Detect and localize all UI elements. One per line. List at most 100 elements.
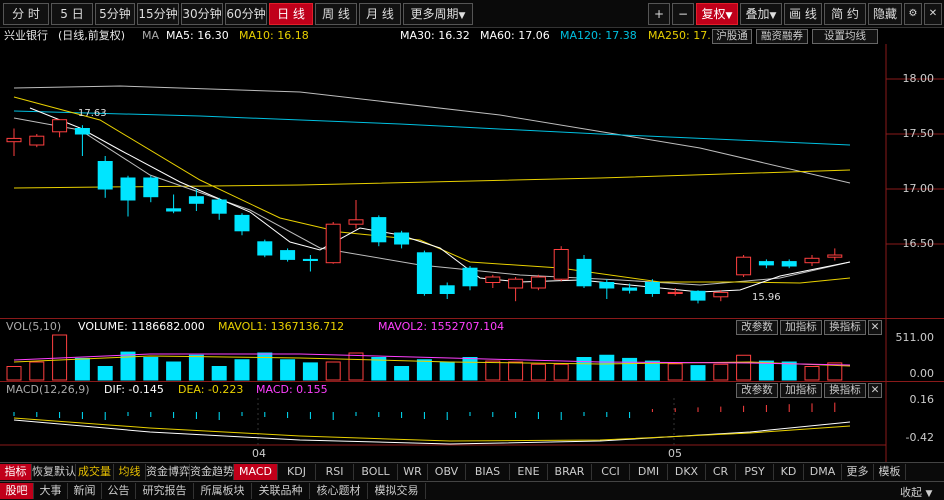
candle-body: [6, 137, 22, 143]
mavol2-line: [13, 353, 851, 366]
vol-switch-indicator-button[interactable]: 换指标: [824, 320, 866, 335]
fuquan-button[interactable]: 复权▼: [696, 3, 738, 25]
candle-body: [781, 261, 797, 267]
candle-body: [120, 177, 136, 201]
period-fenshi[interactable]: 分 时: [3, 3, 49, 25]
indicator-tab-资金博弈[interactable]: 资金博弈: [146, 464, 190, 480]
indicator-tab-DKX[interactable]: DKX: [668, 464, 706, 480]
bottom-tab-核心题材[interactable]: 核心题材: [310, 483, 368, 499]
bottom-tab-关联品种[interactable]: 关联品种: [252, 483, 310, 499]
bottom-tab-研究报告[interactable]: 研究报告: [136, 483, 194, 499]
candle-body: [166, 208, 182, 212]
indicator-tab-OBV[interactable]: OBV: [428, 464, 466, 480]
bottom-tab-公告[interactable]: 公告: [102, 483, 136, 499]
vol-edit-params-button[interactable]: 改参数: [736, 320, 778, 335]
bottom-tab-股吧[interactable]: 股吧: [0, 483, 34, 499]
period-daily[interactable]: 日 线: [269, 3, 313, 25]
candle-body: [690, 290, 706, 301]
macd-edit-params-button[interactable]: 改参数: [736, 383, 778, 398]
candle-body: [348, 219, 364, 225]
period-more[interactable]: 更多周期▼: [403, 3, 473, 25]
vol-value: VOLUME: 1186682.000: [78, 320, 205, 333]
simple-button[interactable]: 简 约: [824, 3, 866, 25]
bottom-tab-模拟交易[interactable]: 模拟交易: [368, 483, 426, 499]
volume-bar: [394, 366, 410, 381]
candle-body: [576, 258, 592, 287]
margin-button[interactable]: 融资融券: [756, 29, 808, 44]
candle-body: [622, 287, 638, 291]
high-annotation: 17.63: [78, 108, 107, 119]
candle-body: [257, 241, 273, 256]
ma-label: MA: [142, 29, 160, 42]
volume-bar: [188, 354, 204, 381]
ma30-value: MA30: 16.32: [400, 29, 470, 42]
vol-add-indicator-button[interactable]: 加指标: [780, 320, 822, 335]
zoom-out-button[interactable]: −: [672, 3, 694, 25]
indicator-tabs: 指标 恢复默认 成交量 均线 资金博弈 资金趋势 MACD KDJ RSI BOLL WR OBV BI…: [0, 462, 944, 481]
indicator-tab-MACD[interactable]: MACD: [234, 464, 278, 480]
indicator-tab-KD[interactable]: KD: [774, 464, 804, 480]
volume-bar: [736, 354, 752, 381]
indicator-tab-WR[interactable]: WR: [398, 464, 428, 480]
hide-button[interactable]: 隐藏: [868, 3, 902, 25]
volume-bar: [211, 366, 227, 381]
indicator-tab-PSY[interactable]: PSY: [736, 464, 774, 480]
volume-bar: [485, 360, 501, 381]
volume-bar: [599, 354, 615, 381]
overlay-label: 叠加: [745, 7, 770, 21]
collapse-button[interactable]: 收起 ▼: [900, 484, 932, 500]
indicator-tab-BRAR[interactable]: BRAR: [548, 464, 592, 480]
indicator-tab-成交量[interactable]: 成交量: [76, 464, 114, 480]
close-icon[interactable]: ✕: [868, 383, 882, 398]
indicator-tab-ENE[interactable]: ENE: [510, 464, 548, 480]
settings-icon[interactable]: ⚙: [904, 3, 922, 25]
period-monthly[interactable]: 月 线: [359, 3, 401, 25]
close-icon[interactable]: ✕: [868, 320, 882, 335]
indicator-tab-KDJ[interactable]: KDJ: [278, 464, 316, 480]
chevron-down-icon: ▼: [458, 11, 466, 21]
collapse-label: 收起: [900, 486, 922, 499]
indicator-tab-DMI[interactable]: DMI: [630, 464, 668, 480]
overlay-button[interactable]: 叠加▼: [740, 3, 782, 25]
volume-bar: [553, 363, 569, 381]
indicator-tab-BIAS[interactable]: BIAS: [466, 464, 510, 480]
dea-value: DEA: -0.223: [178, 383, 244, 396]
indicator-tab-资金趋势[interactable]: 资金趋势: [190, 464, 234, 480]
zoom-in-button[interactable]: +: [648, 3, 670, 25]
candle-body: [485, 276, 501, 283]
volume-bars: [6, 334, 851, 381]
bottom-tab-所属板块[interactable]: 所属板块: [194, 483, 252, 499]
indicator-tab-RSI[interactable]: RSI: [316, 464, 354, 480]
hugutong-button[interactable]: 沪股通: [712, 29, 752, 44]
mavol1-value: MAVOL1: 1367136.712: [218, 320, 345, 333]
vol-title: VOL(5,10): [6, 320, 62, 333]
volume-bar: [667, 363, 683, 381]
indicator-tab-更多[interactable]: 更多: [842, 464, 874, 480]
indicator-tab-CCI[interactable]: CCI: [592, 464, 630, 480]
indicator-tab-DMA[interactable]: DMA: [804, 464, 842, 480]
macd-tick: -0.42: [905, 431, 934, 444]
candle-body: [325, 223, 341, 264]
period-weekly[interactable]: 周 线: [315, 3, 357, 25]
period-15min[interactable]: 15分钟: [137, 3, 179, 25]
bottom-tab-新闻[interactable]: 新闻: [68, 483, 102, 499]
indicator-tab-模板[interactable]: 模板: [874, 464, 906, 480]
kline-chart[interactable]: [0, 44, 944, 462]
period-5min[interactable]: 5分钟: [95, 3, 135, 25]
indicator-tab-BOLL[interactable]: BOLL: [354, 464, 398, 480]
macd-switch-indicator-button[interactable]: 换指标: [824, 383, 866, 398]
draw-line-button[interactable]: 画 线: [784, 3, 822, 25]
period-30min[interactable]: 30分钟: [181, 3, 223, 25]
price-tick: 17.50: [902, 127, 935, 140]
chevron-down-icon: ▼: [925, 489, 933, 499]
close-icon[interactable]: ✕: [924, 3, 942, 25]
indicator-tab-均线[interactable]: 均线: [114, 464, 146, 480]
set-ma-button[interactable]: 设置均线: [812, 29, 878, 44]
indicator-tab-指标[interactable]: 指标: [0, 464, 32, 480]
macd-add-indicator-button[interactable]: 加指标: [780, 383, 822, 398]
indicator-tab-恢复默认[interactable]: 恢复默认: [32, 464, 76, 480]
bottom-tab-大事[interactable]: 大事: [34, 483, 68, 499]
indicator-tab-CR[interactable]: CR: [706, 464, 736, 480]
period-60min[interactable]: 60分钟: [225, 3, 267, 25]
period-5day[interactable]: 5 日: [51, 3, 93, 25]
